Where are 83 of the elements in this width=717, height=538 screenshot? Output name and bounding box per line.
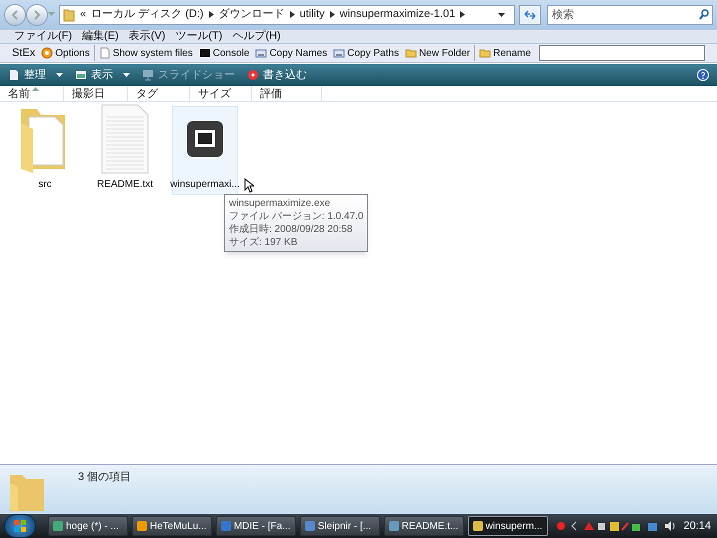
- column-header[interactable]: 名前: [0, 86, 64, 102]
- search-field[interactable]: 検索: [547, 4, 713, 24]
- windows-logo-icon: [12, 519, 27, 533]
- page-icon: [98, 47, 111, 59]
- command-button[interactable]: 整理: [8, 66, 63, 84]
- file-item[interactable]: winsupermaxi...: [172, 106, 238, 195]
- screen-icon: [142, 69, 154, 81]
- command-button[interactable]: 表示: [75, 66, 130, 84]
- taskbar-button[interactable]: hoge (*) - ...: [48, 516, 128, 536]
- toolbar-button[interactable]: New Folder: [402, 44, 472, 62]
- disc-icon: [247, 69, 259, 81]
- breadcrumb[interactable]: ダウンロード: [218, 6, 285, 23]
- caret-icon: [123, 73, 130, 77]
- taskbar-button[interactable]: README.t...: [384, 516, 464, 536]
- app-icon: [220, 521, 231, 531]
- console-icon: [198, 47, 211, 59]
- menu-item[interactable]: 表示(V): [128, 28, 166, 45]
- help-icon: [697, 69, 709, 81]
- arrow-icon: [330, 11, 335, 18]
- app-icon: [388, 521, 399, 531]
- app-icon: [304, 521, 315, 531]
- caret-icon: [48, 12, 55, 17]
- page-icon: [8, 69, 20, 81]
- speaker-icon: [664, 520, 676, 532]
- text-field[interactable]: [538, 45, 705, 61]
- folder-icon: [404, 47, 417, 59]
- app-icon: [52, 521, 63, 531]
- tooltip-line: 作成日時: 2008/09/28 20:58: [229, 223, 354, 236]
- start-button[interactable]: [4, 514, 36, 538]
- taskbar-button[interactable]: HeTeMuLu...: [132, 516, 212, 536]
- overflow-chevron[interactable]: «: [80, 6, 86, 23]
- arrow-icon: [208, 11, 214, 18]
- menu-item[interactable]: ツール(T): [175, 28, 222, 45]
- column-header[interactable]: サイズ: [190, 86, 252, 102]
- toolbar-button[interactable]: Show system files: [96, 44, 195, 62]
- breadcrumb[interactable]: utility: [300, 6, 325, 23]
- taskbar-button[interactable]: winsuperm...: [468, 516, 548, 536]
- app-icon: [472, 521, 483, 531]
- arrow-icon: [460, 11, 466, 18]
- window-icon: [75, 69, 87, 81]
- tooltip-line: winsupermaximize.exe: [229, 197, 332, 210]
- cursor-icon: [244, 178, 254, 193]
- sort-arrow-icon: [32, 87, 39, 91]
- document-icon: [100, 103, 150, 175]
- search-icon: [699, 8, 709, 20]
- toolbar-button[interactable]: Console: [196, 44, 252, 62]
- refresh-icon: [524, 10, 536, 20]
- file-item[interactable]: src: [12, 106, 78, 195]
- breadcrumb[interactable]: winsupermaximize-1.01: [340, 6, 456, 23]
- item-count: 3 個の項目: [78, 470, 132, 485]
- arrow-icon: [290, 11, 295, 18]
- breadcrumb[interactable]: ローカル ディスク (D:): [91, 6, 204, 23]
- toolbar-button[interactable]: Options: [39, 44, 92, 62]
- copy-icon: [255, 47, 268, 59]
- gear-icon: [41, 47, 54, 59]
- forward-button[interactable]: [26, 4, 48, 26]
- caret-icon: [56, 73, 63, 77]
- taskbar-button[interactable]: MDIE - [Fa...: [216, 516, 296, 536]
- file-item[interactable]: README.txt: [92, 106, 158, 195]
- column-header[interactable]: 評価: [252, 86, 322, 102]
- dropdown-icon: [498, 12, 505, 16]
- toolbar-button[interactable]: Rename: [477, 44, 533, 62]
- app-icon: [136, 521, 147, 531]
- folder-icon: [479, 47, 492, 59]
- clock: 20:14: [684, 518, 712, 534]
- tooltip-line: サイズ: 197 KB: [229, 236, 298, 249]
- command-button[interactable]: 書き込む: [247, 66, 307, 84]
- refresh-button[interactable]: [519, 4, 541, 24]
- menu-item[interactable]: ファイル(F): [14, 28, 72, 45]
- toolbar-button[interactable]: Copy Paths: [331, 44, 401, 62]
- address-bar[interactable]: « ローカル ディスク (D:) ダウンロード utility winsupermaximize-1.01: [59, 4, 515, 24]
- toolbar-label: StEx: [12, 46, 36, 61]
- column-header[interactable]: 撮影日: [64, 86, 128, 102]
- tooltip-line: ファイル バージョン: 1.0.47.0: [229, 210, 364, 223]
- column-header[interactable]: タグ: [128, 86, 190, 102]
- folder-icon: [63, 8, 75, 22]
- copy-icon: [333, 47, 346, 59]
- back-button[interactable]: [4, 4, 26, 26]
- window-icon: [185, 119, 225, 159]
- menu-item[interactable]: 編集(E): [82, 28, 119, 45]
- taskbar-button[interactable]: Sleipnir - [...: [300, 516, 380, 536]
- toolbar-button[interactable]: Copy Names: [253, 44, 330, 62]
- menu-item[interactable]: ヘルプ(H): [232, 28, 281, 45]
